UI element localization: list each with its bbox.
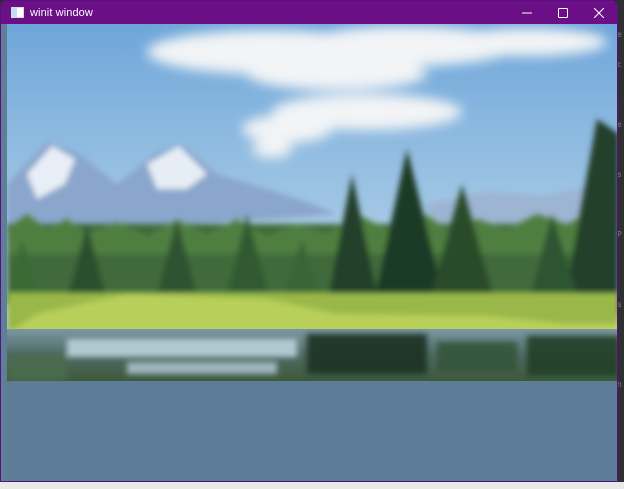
client-area[interactable] bbox=[7, 24, 617, 481]
maximize-icon bbox=[558, 7, 568, 18]
app-window[interactable]: winit window bbox=[0, 0, 618, 482]
close-icon bbox=[594, 7, 604, 18]
minimize-icon bbox=[522, 12, 532, 13]
maximize-button[interactable] bbox=[545, 1, 581, 24]
minimize-button[interactable] bbox=[509, 1, 545, 24]
caption-buttons bbox=[509, 1, 617, 24]
title-bar[interactable]: winit window bbox=[1, 1, 617, 24]
desktop-taskbar-edge bbox=[0, 482, 624, 489]
window-title: winit window bbox=[30, 6, 93, 19]
close-button[interactable] bbox=[581, 1, 617, 24]
empty-client-region bbox=[7, 381, 617, 481]
app-window-icon[interactable] bbox=[11, 7, 24, 18]
rendered-landscape-image bbox=[7, 24, 617, 381]
